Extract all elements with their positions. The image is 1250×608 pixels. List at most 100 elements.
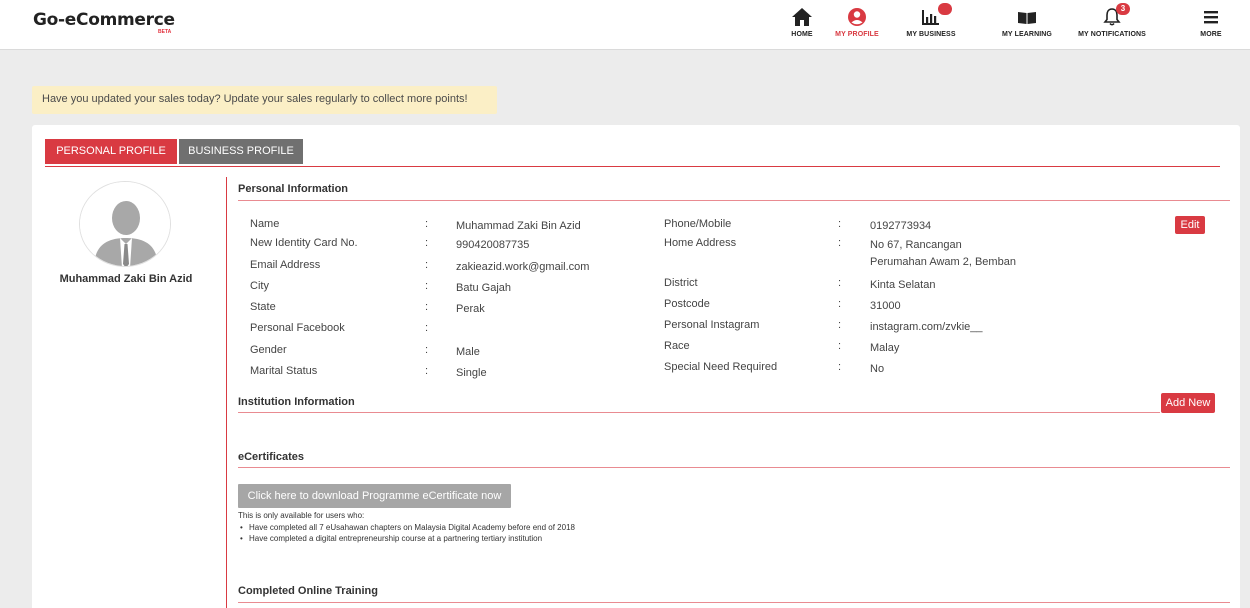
field-phone-mobile: Phone/Mobile : 0192773934: [664, 218, 1084, 238]
list-item: Have completed all 7 eUsahawan chapters …: [238, 522, 575, 533]
user-icon: [846, 6, 868, 28]
brand-logo[interactable]: Go-eCommerce: [33, 10, 175, 30]
field-label: Special Need Required: [664, 361, 778, 373]
field-separator: :: [425, 322, 429, 334]
nav-home-label: HOME: [791, 31, 813, 38]
tab-personal-profile[interactable]: PERSONAL PROFILE: [45, 139, 177, 164]
home-icon: [791, 6, 813, 28]
nav-home[interactable]: HOME: [787, 6, 817, 42]
nav-my-business[interactable]: MY BUSINESS: [901, 3, 961, 42]
field-postcode: Postcode : 31000: [664, 298, 1084, 318]
edit-button[interactable]: Edit: [1175, 216, 1205, 234]
tab-business-profile[interactable]: BUSINESS PROFILE: [179, 139, 303, 164]
field-label: Phone/Mobile: [664, 218, 732, 230]
field-value: No: [870, 363, 885, 375]
vertical-divider: [226, 177, 227, 608]
personal-information-heading: Personal Information: [238, 183, 349, 195]
institution-information-heading: Institution Information: [238, 396, 355, 408]
field-race: Race : Malay: [664, 340, 1084, 360]
field-label: Personal Facebook: [250, 322, 345, 334]
sales-reminder-banner: Have you updated your sales today? Updat…: [32, 86, 497, 114]
field-value: 990420087735: [456, 239, 530, 251]
business-badge: [938, 3, 952, 15]
field-value: 0192773934: [870, 220, 932, 232]
field-label: Email Address: [250, 259, 321, 271]
field-value: instagram.com/zvkie__: [870, 321, 983, 333]
bell-icon: 3: [1101, 3, 1130, 28]
ecertificates-heading: eCertificates: [238, 451, 305, 463]
field-label: Gender: [250, 344, 287, 356]
field-identity-card: New Identity Card No. : 990420087735: [250, 237, 630, 257]
list-item: Have completed a digital entrepreneurshi…: [238, 533, 575, 544]
institution-information-divider: [238, 412, 1160, 413]
personal-information-divider: [238, 200, 1230, 201]
field-separator: :: [425, 365, 429, 377]
field-separator: :: [838, 237, 842, 249]
field-home-address: Home Address : No 67, Rancangan Perumaha…: [664, 237, 1084, 273]
field-value: No 67, Rancangan: [870, 239, 962, 251]
avatar: [79, 181, 171, 267]
completed-online-training-divider: [238, 602, 1230, 603]
field-value: Single: [456, 367, 487, 379]
ecertificate-eligibility-note: This is only available for users who:: [238, 511, 365, 520]
field-state: State : Perak: [250, 301, 630, 321]
field-value: Male: [456, 346, 480, 358]
nav-my-learning-label: MY LEARNING: [1002, 31, 1052, 38]
field-special-need: Special Need Required : No: [664, 361, 1084, 381]
field-separator: :: [838, 277, 842, 289]
field-separator: :: [425, 218, 429, 230]
nav-more-label: MORE: [1200, 31, 1222, 38]
field-separator: :: [838, 218, 842, 230]
tab-underline: [45, 166, 1220, 167]
notifications-badge: 3: [1116, 3, 1130, 15]
field-label: District: [664, 277, 698, 289]
field-personal-instagram: Personal Instagram : instagram.com/zvkie…: [664, 319, 1084, 339]
field-personal-facebook: Personal Facebook :: [250, 322, 630, 342]
nav-my-profile[interactable]: MY PROFILE: [833, 6, 881, 42]
field-marital-status: Marital Status : Single: [250, 365, 630, 385]
download-ecertificate-button[interactable]: Click here to download Programme eCertif…: [238, 484, 511, 508]
field-separator: :: [425, 259, 429, 271]
field-value: zakieazid.work@gmail.com: [456, 261, 590, 273]
field-separator: :: [425, 237, 429, 249]
field-label: Home Address: [664, 237, 737, 249]
field-separator: :: [425, 301, 429, 313]
ecertificates-divider: [238, 467, 1230, 468]
nav-my-profile-label: MY PROFILE: [835, 31, 879, 38]
field-separator: :: [425, 344, 429, 356]
add-new-institution-button[interactable]: Add New: [1161, 393, 1215, 413]
field-label: Postcode: [664, 298, 710, 310]
nav-more[interactable]: MORE: [1196, 6, 1226, 42]
nav-my-notifications[interactable]: 3 MY NOTIFICATIONS: [1071, 3, 1153, 42]
book-icon: [1016, 6, 1038, 28]
field-value: Perak: [456, 303, 485, 315]
top-navigation-bar: Go-eCommerce BETA HOME MY PROFILE MY BUS…: [0, 0, 1250, 50]
field-city: City : Batu Gajah: [250, 280, 630, 300]
nav-my-learning[interactable]: MY LEARNING: [997, 6, 1057, 42]
field-label: Personal Instagram: [664, 319, 760, 331]
field-separator: :: [838, 340, 842, 352]
profile-name: Muhammad Zaki Bin Azid: [59, 273, 193, 285]
field-value: Kinta Selatan: [870, 279, 936, 291]
field-email: Email Address : zakieazid.work@gmail.com: [250, 259, 630, 279]
field-value-line-2: Perumahan Awam 2, Bemban: [870, 256, 1016, 268]
field-value: Malay: [870, 342, 900, 354]
field-label: City: [250, 280, 269, 292]
profile-card: PERSONAL PROFILE BUSINESS PROFILE Muhamm…: [32, 125, 1240, 608]
bar-chart-icon: [919, 3, 952, 28]
completed-online-training-heading: Completed Online Training: [238, 585, 378, 597]
field-label: State: [250, 301, 276, 313]
field-separator: :: [838, 298, 842, 310]
banner-text: Have you updated your sales today? Updat…: [42, 93, 468, 105]
field-label: Race: [664, 340, 690, 352]
field-separator: :: [425, 280, 429, 292]
field-value: 31000: [870, 300, 901, 312]
field-value: Batu Gajah: [456, 282, 512, 294]
avatar-placeholder-icon: [80, 182, 170, 266]
field-value: Muhammad Zaki Bin Azid: [456, 220, 581, 232]
field-name: Name : Muhammad Zaki Bin Azid: [250, 218, 630, 238]
menu-icon: [1200, 6, 1222, 28]
field-separator: :: [838, 319, 842, 331]
field-label: New Identity Card No.: [250, 237, 358, 249]
field-label: Name: [250, 218, 280, 230]
